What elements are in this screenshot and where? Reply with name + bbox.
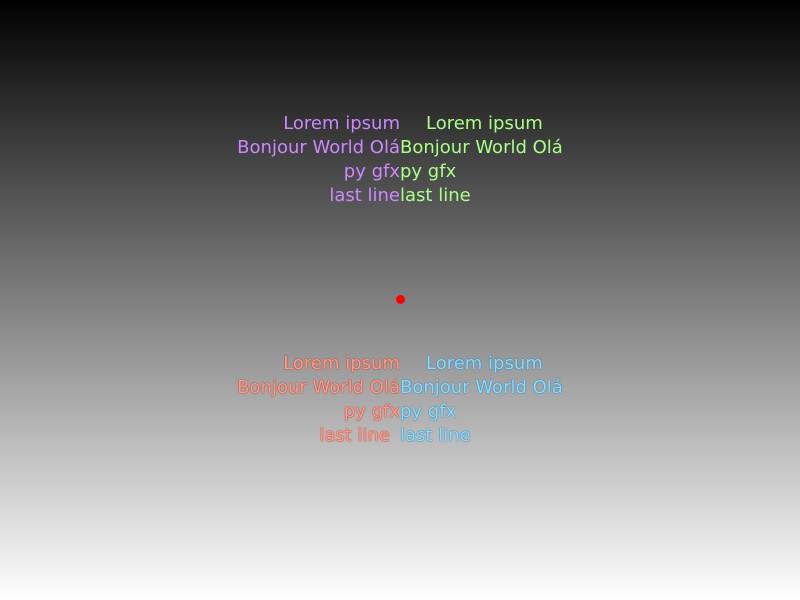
text-line: last line: [319, 425, 390, 446]
text-line: Bonjour World Olá: [237, 137, 400, 158]
text-line: last line: [400, 185, 471, 206]
text-line: Bonjour World Olá: [400, 137, 563, 158]
text-line: Bonjour World Olá: [400, 377, 563, 398]
text-line: Lorem ipsum: [283, 113, 400, 134]
text-block-top-left: Lorem ipsum Bonjour World Olá py gfx las…: [237, 112, 400, 208]
text-line: Lorem ipsum: [283, 353, 400, 374]
text-line: last line: [400, 425, 471, 446]
text-line: last line: [329, 185, 400, 206]
text-block-bottom-left: Lorem ipsum Bonjour World Olá py gfx las…: [237, 352, 400, 448]
text-line: py gfx: [343, 401, 400, 422]
text-block-top-right: Lorem ipsum Bonjour World Olá py gfx las…: [400, 112, 563, 208]
text-line: Lorem ipsum: [426, 113, 543, 134]
text-line: py gfx: [400, 401, 457, 422]
text-line: Bonjour World Olá: [237, 377, 400, 398]
origin-marker-dot: [396, 295, 405, 304]
text-block-bottom-right: Lorem ipsum Bonjour World Olá py gfx las…: [400, 352, 563, 448]
text-line: py gfx: [400, 161, 457, 182]
text-line: py gfx: [343, 161, 400, 182]
text-line: Lorem ipsum: [426, 353, 543, 374]
